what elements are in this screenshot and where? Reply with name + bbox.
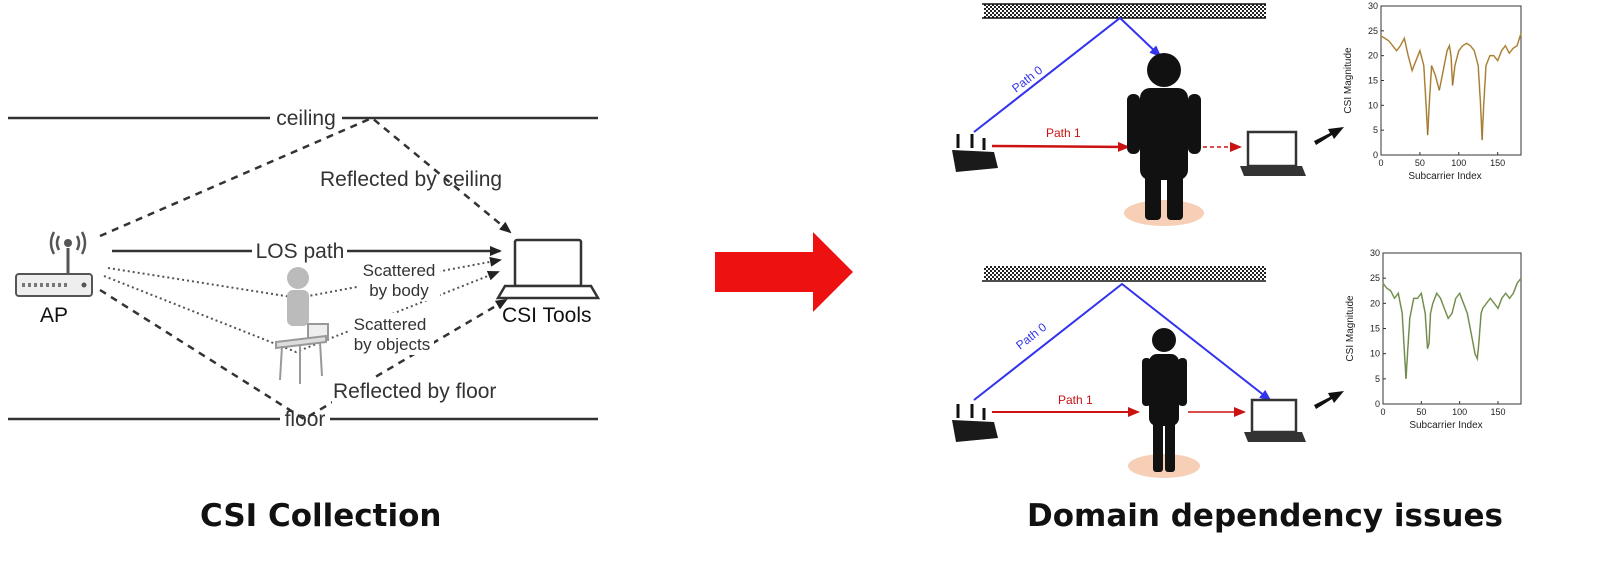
reflected-floor-label: Reflected by floor bbox=[333, 380, 496, 403]
laptop-icon bbox=[1244, 398, 1306, 442]
domain-scene-bottom: Path 0 Path 1 bbox=[952, 266, 1344, 478]
ap-label: AP bbox=[40, 304, 68, 327]
desk-chair-icon bbox=[275, 323, 329, 384]
y-tick-label: 5 bbox=[1373, 125, 1378, 135]
y-axis-label: CSI Magnitude bbox=[1345, 295, 1356, 362]
person-shadow bbox=[1124, 200, 1204, 226]
scattered-objects-line2: by objects bbox=[354, 335, 431, 354]
y-tick-label: 25 bbox=[1368, 26, 1378, 36]
reflected-ceiling-label: Reflected by ceiling bbox=[320, 168, 502, 191]
y-tick-label: 10 bbox=[1370, 349, 1380, 359]
right-caption: Domain dependency issues bbox=[1027, 498, 1503, 534]
csi-chart-bottom: 0 5 10 15 20 25 30 0 50 100 150 Subcarrier Index CSI… bbox=[1345, 248, 1522, 431]
transition-arrow bbox=[715, 232, 853, 312]
y-tick-label: 0 bbox=[1375, 399, 1380, 409]
los-path-label: LOS path bbox=[256, 240, 345, 263]
router-icon bbox=[952, 404, 998, 442]
scattered-body-line2: by body bbox=[369, 281, 429, 300]
left-caption: CSI Collection bbox=[200, 498, 442, 534]
ceiling-texture-top bbox=[984, 4, 1266, 18]
to-chart-arrow-icon bbox=[1314, 127, 1344, 145]
x-tick-label: 100 bbox=[1451, 158, 1466, 168]
figure-canvas: ceiling floor AP CSI Tools Reflected by … bbox=[8, 1, 1522, 478]
y-tick-label: 0 bbox=[1373, 150, 1378, 160]
y-tick-label: 10 bbox=[1368, 100, 1378, 110]
x-tick-label: 150 bbox=[1490, 158, 1505, 168]
chart-plot-area bbox=[1380, 5, 1522, 156]
path1-label: Path 1 bbox=[1058, 393, 1093, 407]
router-icon bbox=[952, 134, 998, 172]
router-icon bbox=[15, 231, 93, 297]
x-tick-label: 50 bbox=[1416, 407, 1426, 417]
ceiling-texture-bottom bbox=[984, 266, 1266, 280]
x-axis-label: Subcarrier Index bbox=[1409, 420, 1482, 431]
person-silhouette-icon bbox=[1127, 53, 1201, 220]
scattered-body-line1: Scattered bbox=[363, 261, 436, 280]
person-shadow bbox=[1128, 454, 1200, 478]
domain-scene-top: Path 0 Path 1 bbox=[952, 3, 1344, 226]
csi-collection-diagram: ceiling floor AP CSI Tools Reflected by … bbox=[8, 107, 601, 431]
x-tick-label: 100 bbox=[1452, 407, 1467, 417]
x-tick-label: 0 bbox=[1378, 158, 1383, 168]
x-tick-label: 150 bbox=[1490, 407, 1505, 417]
path0-label: Path 0 bbox=[1013, 320, 1049, 353]
path1-label: Path 1 bbox=[1046, 126, 1081, 140]
path1-line bbox=[991, 141, 1130, 152]
csi-chart-top: 0 5 10 15 20 25 30 0 50 100 150 Subcarrier Index CSI… bbox=[1343, 1, 1522, 182]
laptop-icon bbox=[1240, 130, 1306, 176]
ceiling-label: ceiling bbox=[276, 107, 336, 130]
to-chart-arrow-icon bbox=[1314, 391, 1344, 409]
y-tick-label: 25 bbox=[1370, 273, 1380, 283]
csi-tools-label: CSI Tools bbox=[502, 304, 592, 327]
y-axis-label: CSI Magnitude bbox=[1343, 47, 1354, 114]
x-tick-label: 0 bbox=[1380, 407, 1385, 417]
x-tick-label: 50 bbox=[1415, 158, 1425, 168]
y-tick-label: 15 bbox=[1370, 324, 1380, 334]
y-tick-label: 30 bbox=[1368, 1, 1378, 11]
y-tick-label: 30 bbox=[1370, 248, 1380, 258]
person-silhouette-icon bbox=[1142, 328, 1187, 472]
person-icon bbox=[287, 267, 309, 326]
y-tick-label: 20 bbox=[1368, 51, 1378, 61]
y-tick-label: 15 bbox=[1368, 76, 1378, 86]
y-tick-label: 20 bbox=[1370, 298, 1380, 308]
y-tick-label: 5 bbox=[1375, 374, 1380, 384]
scattered-objects-line1: Scattered bbox=[354, 315, 427, 334]
x-axis-label: Subcarrier Index bbox=[1408, 171, 1481, 182]
laptop-icon bbox=[495, 238, 601, 300]
